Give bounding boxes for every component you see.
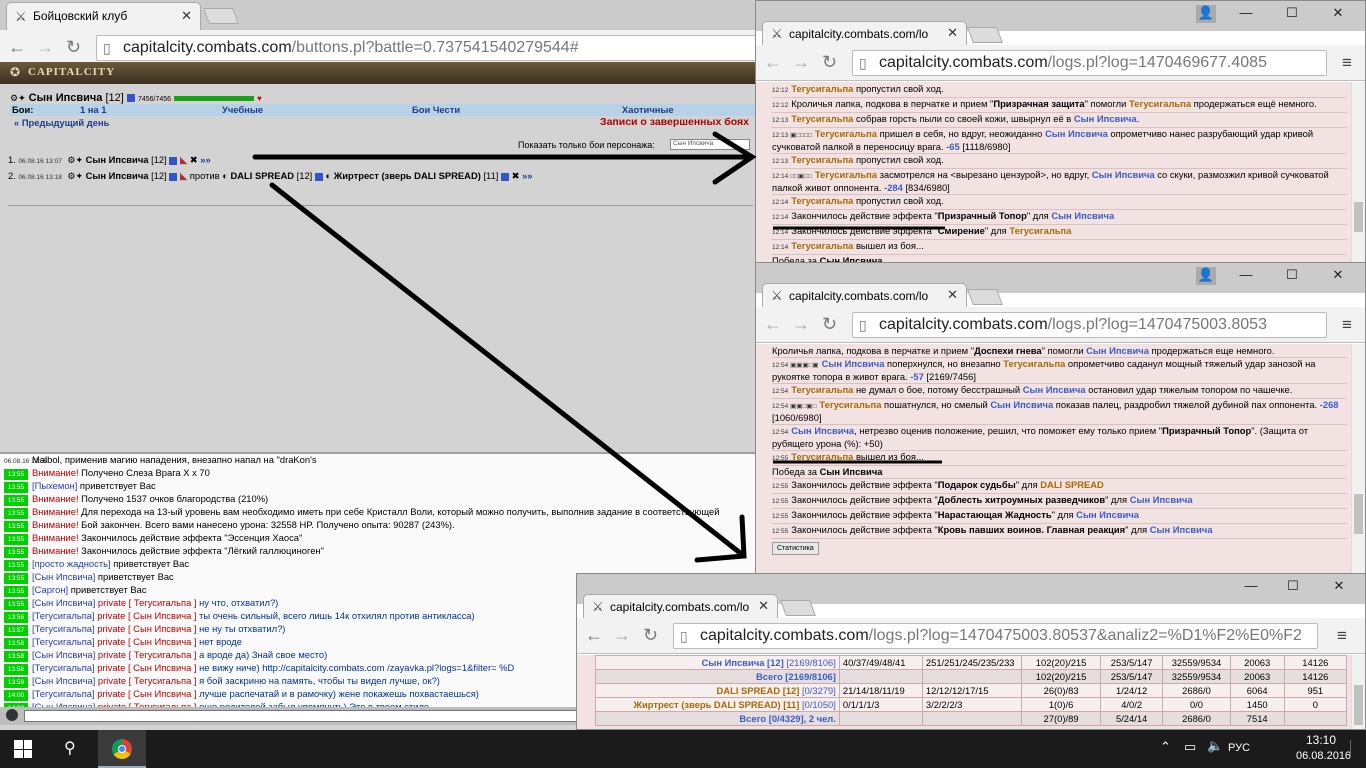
windows-start-icon[interactable] [14,740,32,758]
clock-date[interactable]: 06.08.2016 [1296,750,1351,762]
annotation-arrow-2 [269,182,747,563]
annotation-arrows [252,131,945,563]
clock-time[interactable]: 13:10 [1306,733,1336,747]
taskbar: ⚲ ⌃ ▭ 🔈 РУС 13:10 06.08.2016 [0,730,1366,768]
search-icon[interactable]: ⚲ [64,738,76,758]
language-indicator[interactable]: РУС [1228,742,1250,754]
chrome-taskbar-icon[interactable] [98,730,146,768]
show-hidden-icons-icon[interactable]: ⌃ [1160,739,1171,755]
notifications-icon[interactable] [1350,740,1362,756]
annotation-arrow-1 [252,131,757,185]
volume-icon[interactable]: 🔈 [1207,738,1223,754]
network-icon[interactable]: ▭ [1184,739,1196,755]
